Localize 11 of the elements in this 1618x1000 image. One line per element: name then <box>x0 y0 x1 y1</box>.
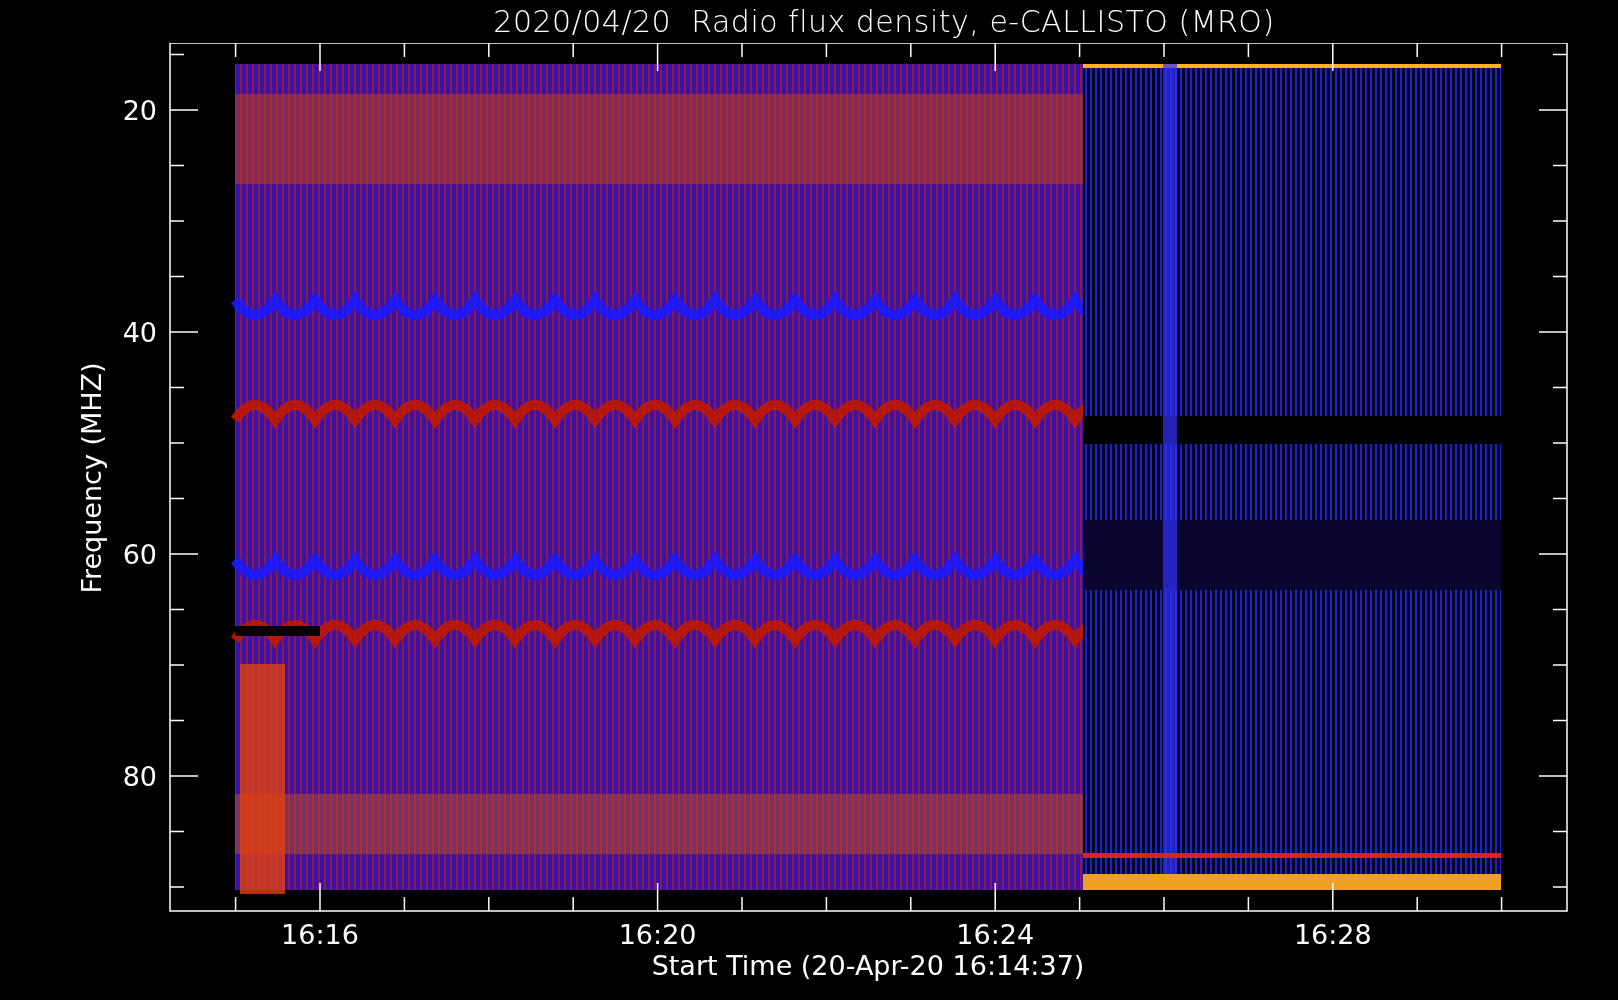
x-axis-label: Start Time (20-Apr-20 16:14:37) <box>651 950 1085 981</box>
chart-title: 2020/04/20 Radio flux density, e-CALLISTO (MRO) <box>493 6 1275 37</box>
y-tick-label: 40 <box>122 317 157 348</box>
x-tick-label: 16:24 <box>956 919 1035 950</box>
x-tick-label: 16:20 <box>618 919 697 950</box>
y-tick-label: 60 <box>122 539 157 570</box>
x-tick-label: 16:16 <box>281 919 359 950</box>
y-tick-label: 80 <box>122 761 157 792</box>
y-axis-label: Frequency (MHZ) <box>76 362 107 594</box>
x-tick-label: 16:28 <box>1293 919 1372 950</box>
y-tick-label: 20 <box>122 95 157 126</box>
